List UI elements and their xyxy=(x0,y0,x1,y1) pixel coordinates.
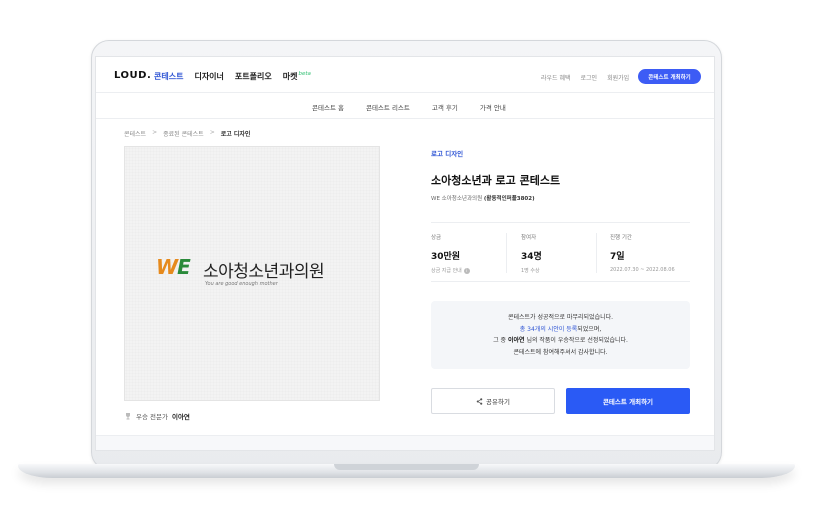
breadcrumb-current: 로고 디자인 xyxy=(220,131,251,138)
stat-separator xyxy=(506,233,507,273)
nav-item-market[interactable]: 마켓beta xyxy=(283,71,311,82)
notice-line-4: 콘테스트에 참여해주셔서 감사합니다. xyxy=(513,348,608,356)
chevron-right-icon: > xyxy=(209,129,215,136)
loud-logo[interactable]: LOUD. xyxy=(114,70,151,81)
result-notice: 콘테스트가 성공적으로 마무리되었습니다. 총 34개의 시안이 등록되었으며,… xyxy=(431,301,690,369)
trophy-icon xyxy=(126,413,130,420)
contest-category: 로고 디자인 xyxy=(431,150,464,158)
stat-participants-label: 참여자 xyxy=(521,235,537,241)
winning-design-image[interactable]: WE 소아청소년과의원 You are good enough mother xyxy=(124,146,380,401)
stat-period-value: 7일 xyxy=(610,252,625,262)
benefits-link[interactable]: 라우드 혜택 xyxy=(541,73,571,82)
entries-link[interactable]: 총 34개의 시안이 등록 xyxy=(520,326,578,333)
host-handle: (활동적인퍼플3802) xyxy=(483,196,535,202)
stat-prize: 상금 30만원 상금 지급 안내 i xyxy=(431,233,517,274)
stat-participants-value: 34명 xyxy=(521,252,542,262)
breadcrumb-contest[interactable]: 콘테스트 xyxy=(124,129,146,138)
page-footer-area xyxy=(96,435,714,450)
main-menu: 콘테스트 디자이너 포트폴리오 마켓beta xyxy=(154,71,311,82)
we-logo-mark: WE xyxy=(156,255,191,279)
sub-navigation: 콘테스트 홈 콘테스트 리스트 고객 후기 가격 안내 xyxy=(96,93,714,119)
beta-badge: beta xyxy=(298,71,311,77)
chevron-right-icon: > xyxy=(152,129,158,136)
stat-participants-sub: 1명 수상 xyxy=(521,268,540,274)
host-contest-button-top[interactable]: 콘테스트 개최하기 xyxy=(638,69,701,84)
nav-item-designer[interactable]: 디자이너 xyxy=(194,71,223,82)
host-contest-button[interactable]: 콘테스트 개최하기 xyxy=(566,388,690,414)
notice-line-2: 총 34개의 시안이 등록되었으며, xyxy=(519,325,602,333)
divider xyxy=(431,281,690,282)
share-button-label: 공유하기 xyxy=(486,398,510,406)
sub-navigation-items: 콘테스트 홈 콘테스트 리스트 고객 후기 가격 안내 xyxy=(312,102,506,112)
breadcrumb: 콘테스트 > 종료된 콘테스트 > 로고 디자인 xyxy=(124,129,250,138)
clinic-name-text: 소아청소년과의원 xyxy=(203,262,325,282)
stat-period-label: 진행 기간 xyxy=(610,235,632,241)
winner-name[interactable]: 이아연 xyxy=(172,411,190,421)
nav-item-portfolio[interactable]: 포트폴리오 xyxy=(235,71,272,82)
laptop-notch xyxy=(334,464,479,470)
stat-period: 진행 기간 7일 2022.07.30 ~ 2022.08.06 xyxy=(610,233,696,273)
subnav-reviews[interactable]: 고객 후기 xyxy=(432,102,458,112)
stat-period-sub: 2022.07.30 ~ 2022.08.06 xyxy=(610,267,675,273)
winner-info: 우승 전문가 이아연 xyxy=(124,411,190,421)
breadcrumb-ended[interactable]: 종료된 콘테스트 xyxy=(163,129,204,138)
top-navigation: LOUD. 콘테스트 디자이너 포트폴리오 마켓beta 라우드 혜택 로그인 … xyxy=(96,57,714,93)
subnav-contest-list[interactable]: 콘테스트 리스트 xyxy=(366,102,410,112)
subnav-pricing[interactable]: 가격 안내 xyxy=(480,102,506,112)
notice-line-3: 그 중 이아연 님의 작품이 우승작으로 선정되었습니다. xyxy=(493,337,628,344)
info-icon[interactable]: i xyxy=(463,267,470,274)
stat-prize-value: 30만원 xyxy=(431,252,461,262)
stat-separator xyxy=(596,233,597,273)
divider xyxy=(431,222,690,223)
clinic-tagline: You are good enough mother xyxy=(205,281,278,287)
nav-item-market-label: 마켓 xyxy=(282,72,298,81)
utility-menu: 라우드 혜택 로그인 회원가입 xyxy=(541,73,629,82)
nav-item-contest[interactable]: 콘테스트 xyxy=(154,71,183,82)
signup-link[interactable]: 회원가입 xyxy=(607,73,629,82)
host-name: WE 소아청소년과의원 xyxy=(431,196,483,202)
stat-prize-sub[interactable]: 상금 지급 안내 i xyxy=(431,267,517,274)
winner-label: 우승 전문가 xyxy=(136,413,168,421)
notice-line-1: 콘테스트가 성공적으로 마무리되었습니다. xyxy=(507,314,614,321)
stat-prize-label: 상금 xyxy=(431,235,442,241)
login-link[interactable]: 로그인 xyxy=(581,73,598,82)
stat-participants: 참여자 34명 1명 수상 xyxy=(521,233,607,274)
share-icon xyxy=(476,397,483,405)
laptop-screen: LOUD. 콘테스트 디자이너 포트폴리오 마켓beta 라우드 혜택 로그인 … xyxy=(95,56,715,451)
contest-title: 소아청소년과 로고 콘테스트 xyxy=(431,174,561,187)
share-button[interactable]: 공유하기 xyxy=(431,388,555,414)
subnav-contest-home[interactable]: 콘테스트 홈 xyxy=(312,102,344,112)
notice-winner-name: 이아연 xyxy=(507,337,525,344)
contest-host: WE 소아청소년과의원 (활동적인퍼플3802) xyxy=(431,194,535,202)
